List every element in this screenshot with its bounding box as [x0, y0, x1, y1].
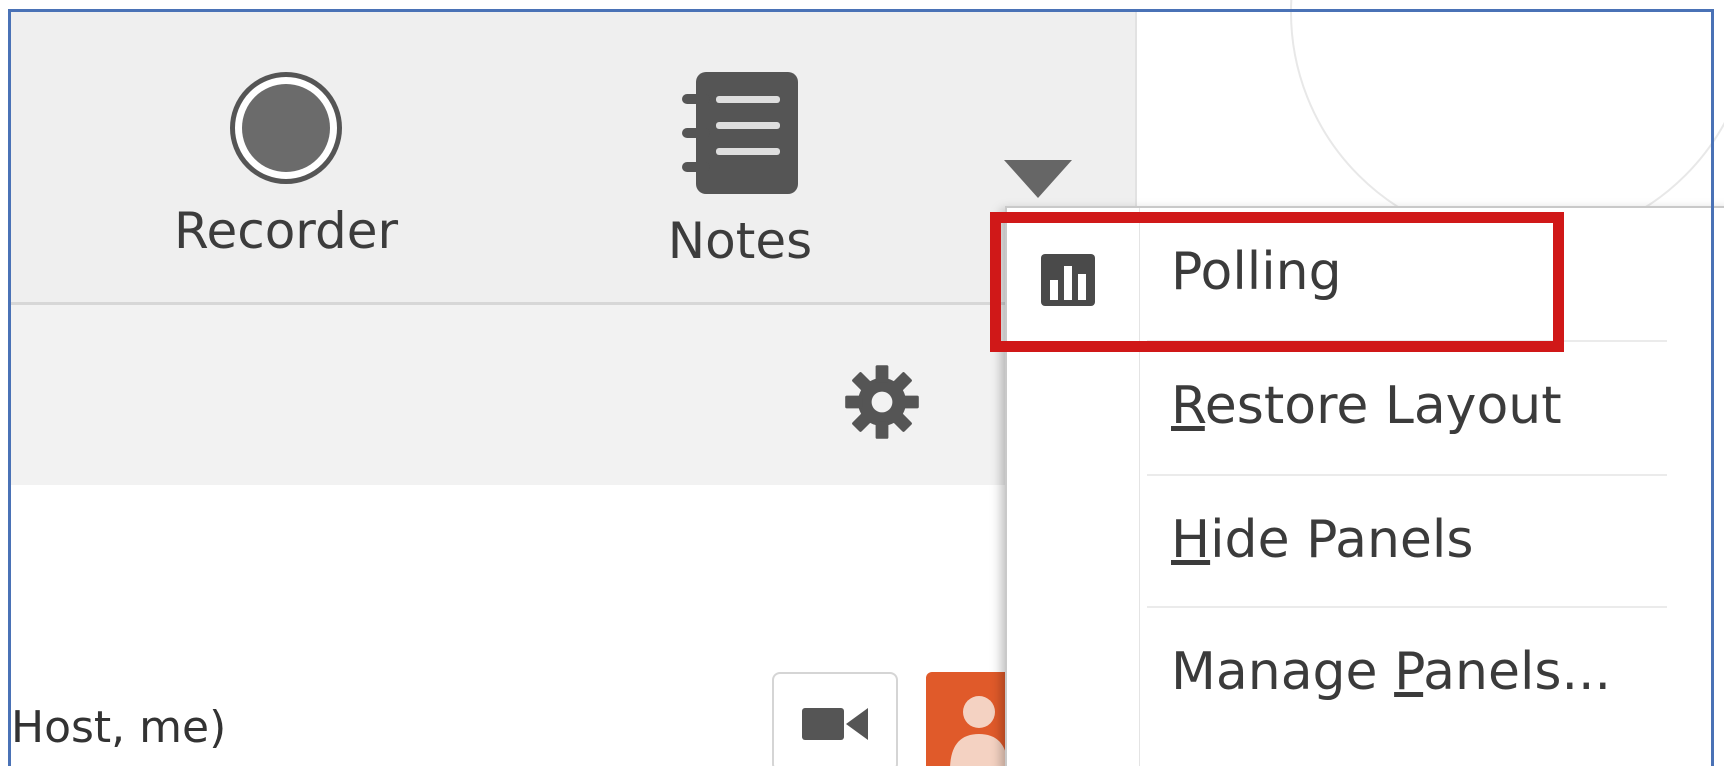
- menu-item-manage-panels[interactable]: Manage Panels...: [1007, 624, 1724, 734]
- menu-separator: [1147, 606, 1667, 608]
- person-icon: [950, 696, 1008, 766]
- recorder-icon: [230, 72, 342, 184]
- panel-header-bar: [11, 305, 1135, 485]
- panels-context-menu: Polling Restore Layout Hide Panels Manag…: [1005, 206, 1724, 766]
- recorder-button[interactable]: Recorder: [174, 72, 398, 292]
- menu-separator: [1147, 340, 1667, 342]
- menu-separator: [1147, 474, 1667, 476]
- video-button[interactable]: [772, 672, 898, 766]
- menu-item-restore-layout[interactable]: Restore Layout: [1007, 358, 1724, 468]
- gear-icon[interactable]: [842, 362, 922, 442]
- menu-item-polling[interactable]: Polling: [1007, 224, 1724, 334]
- video-camera-icon: [802, 708, 868, 740]
- menu-item-hide-panels[interactable]: Hide Panels: [1007, 492, 1724, 602]
- menu-item-label: Hide Panels: [1171, 510, 1474, 570]
- participant-name: Host, me): [11, 702, 227, 753]
- notes-button[interactable]: Notes: [650, 72, 830, 292]
- polling-icon: [1041, 254, 1095, 306]
- menu-item-label: Manage Panels...: [1171, 642, 1612, 702]
- toolbar: [11, 12, 1135, 304]
- dropdown-arrow-icon[interactable]: [1004, 160, 1072, 198]
- recorder-label: Recorder: [173, 202, 399, 260]
- menu-item-label: Polling: [1171, 242, 1342, 302]
- notes-icon: [682, 72, 798, 194]
- notes-label: Notes: [667, 212, 813, 270]
- app-window: Recorder Notes Host, me) Polling Restore…: [0, 0, 1724, 766]
- menu-item-label: Restore Layout: [1171, 376, 1562, 436]
